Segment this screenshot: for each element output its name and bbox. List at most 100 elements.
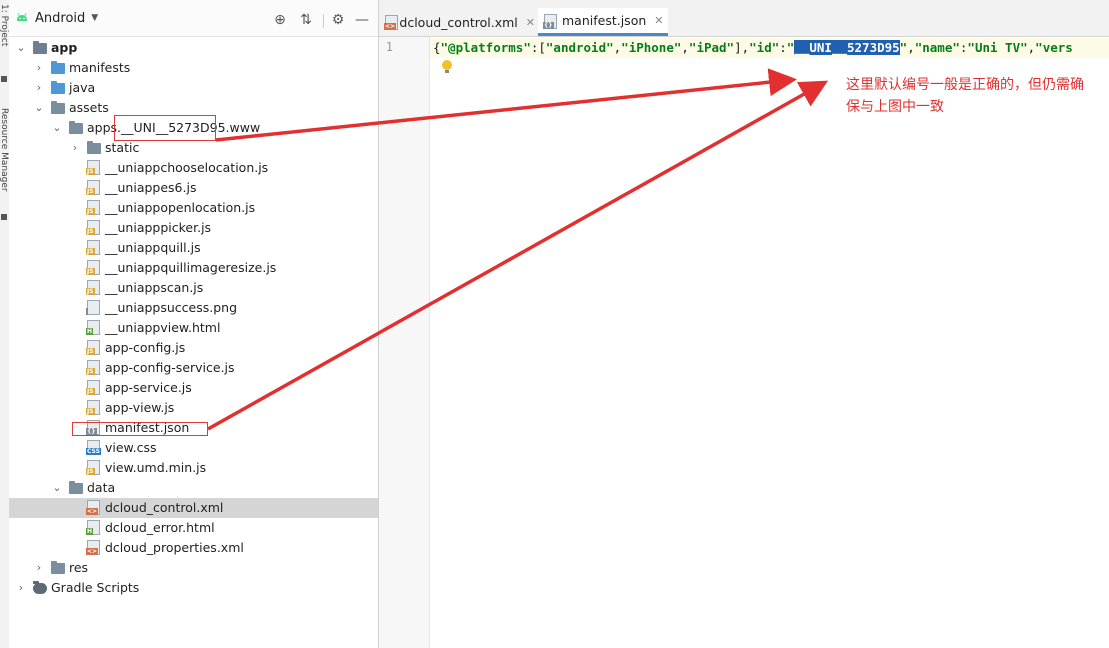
html-file-icon: H [86,520,100,535]
annotation-note: 这里默认编号一般是正确的，但仍需确保与上图中一致 [846,77,1084,115]
xml-file-icon: <> [86,500,100,515]
code-token: "name" [914,40,960,55]
folder-icon [51,81,65,94]
tree-item[interactable]: JS __uniappchooselocation.js [9,158,378,178]
tree-item[interactable]: › java [9,78,378,98]
code-token: "Uni TV" [967,40,1028,55]
tree-item[interactable]: JS app-service.js [9,378,378,398]
gradle-icon [33,581,47,594]
tree-item[interactable]: › Gradle Scripts [9,578,378,598]
code-token: "android" [545,40,614,55]
tab-manifest-json[interactable]: {} manifest.json ✕ [538,8,668,36]
tree-item-label: app [51,40,78,55]
tree-item[interactable]: JS __uniappquillimageresize.js [9,258,378,278]
xml-file-icon: <> [384,15,398,30]
resource-manager-icon [1,214,7,220]
js-file-icon: JS [86,220,100,235]
tree-item[interactable]: JS app-view.js [9,398,378,418]
tree-item-label: dcloud_properties.xml [105,540,244,555]
tree-item[interactable]: › manifests [9,58,378,78]
tab-label: manifest.json [562,13,647,28]
tree-item-label: __uniappquill.js [105,240,201,255]
close-icon[interactable]: ✕ [654,14,663,27]
tree-item[interactable]: __uniappsuccess.png [9,298,378,318]
chevron-down-icon[interactable]: ⌄ [15,38,27,58]
chevron-right-icon[interactable]: › [33,78,45,98]
html-file-icon: H [86,320,100,335]
project-tool-icon [1,76,7,82]
tree-item[interactable]: Hdcloud_error.html [9,518,378,538]
tree-item[interactable]: JS app-config.js [9,338,378,358]
chevron-right-icon[interactable]: › [15,578,27,598]
project-view-selector[interactable]: Android ▼ [15,8,98,28]
tree-item-label: manifests [69,60,131,75]
js-file-icon: JS [86,400,100,415]
tree-item[interactable]: JS __uniappquill.js [9,238,378,258]
tree-item[interactable]: JS __uniappscan.js [9,278,378,298]
folder-icon [87,141,101,154]
code-token: "iPhone" [621,40,682,55]
folder-icon [51,101,65,114]
image-file-icon [86,300,100,315]
collapse-all-icon[interactable]: ⇅ [297,13,315,27]
tree-item-label: __uniappview.html [105,320,221,335]
tree-item[interactable]: CSS view.css [9,438,378,458]
tree-item-label: view.css [105,440,157,455]
chevron-down-icon: ▼ [91,13,99,23]
js-file-icon: JS [86,360,100,375]
tree-item[interactable]: H __uniappview.html [9,318,378,338]
tree-item-label: __uniappchooselocation.js [105,160,269,175]
xml-file-icon: <> [86,540,100,555]
js-file-icon: JS [86,260,100,275]
gear-icon[interactable]: ⚙ [329,13,347,27]
tree-item-label: app-service.js [105,380,192,395]
resource-manager-tool-button[interactable]: Resource Manager [0,108,9,208]
chevron-right-icon[interactable]: › [33,558,45,578]
tree-item-label: static [105,140,140,155]
tree-item[interactable]: JS __uniappes6.js [9,178,378,198]
js-file-icon: JS [86,340,100,355]
tree-item-label: dcloud_control.xml [105,500,224,515]
tree-item[interactable]: JS view.umd.min.js [9,458,378,478]
tab-dcloud-control-xml[interactable]: <> dcloud_control.xml ✕ [379,8,535,36]
folder-icon [51,61,65,74]
code-token: : [779,40,787,55]
code-token: "id" [749,40,780,55]
js-file-icon: JS [86,460,100,475]
hide-panel-icon[interactable]: — [353,13,371,27]
close-icon[interactable]: ✕ [526,16,535,29]
lightbulb-icon[interactable] [442,60,452,73]
tree-item[interactable]: › static [9,138,378,158]
tree-item-label: dcloud_error.html [105,520,215,535]
code-token: "vers [1035,40,1073,55]
tree-item-label: res [69,560,89,575]
project-panel: Android ▼ ⊕ ⇅ ⚙ — ⌄ app › manifests › java ⌄ as… [9,0,379,648]
tree-item[interactable]: <> dcloud_properties.xml [9,538,378,558]
tree-item[interactable]: JS app-config-service.js [9,358,378,378]
highlight-box-app-id-folder [114,115,216,141]
tree-item[interactable]: JS __uniapppicker.js [9,218,378,238]
tree-item[interactable]: JS __uniappopenlocation.js [9,198,378,218]
project-tool-button[interactable]: 1: Project [0,4,9,58]
android-icon [15,11,29,25]
chevron-right-icon[interactable]: › [69,138,81,158]
tree-item[interactable]: ⌄ data [9,478,378,498]
chevron-down-icon[interactable]: ⌄ [51,118,63,138]
tree-item-label: app-config.js [105,340,186,355]
folder-icon [69,121,83,134]
locate-target-icon[interactable]: ⊕ [271,13,289,27]
editor-tab-bar: <> dcloud_control.xml ✕ {} manifest.json… [379,0,1109,37]
tree-item[interactable]: ⌄ app [9,38,378,58]
chevron-right-icon[interactable]: › [33,58,45,78]
chevron-down-icon[interactable]: ⌄ [33,98,45,118]
code-token: , [681,40,689,55]
code-token: :[ [530,40,546,55]
tree-item-label: view.umd.min.js [105,460,207,475]
code-line-1[interactable]: {"@platforms":["android","iPhone","iPad"… [433,39,1073,57]
tree-item[interactable]: <> dcloud_control.xml [9,498,378,518]
tree-item[interactable]: › res [9,558,378,578]
code-token: "@platforms" [440,40,531,55]
chevron-down-icon[interactable]: ⌄ [51,478,63,498]
module-folder-icon [33,41,47,54]
tab-label: dcloud_control.xml [399,14,518,30]
